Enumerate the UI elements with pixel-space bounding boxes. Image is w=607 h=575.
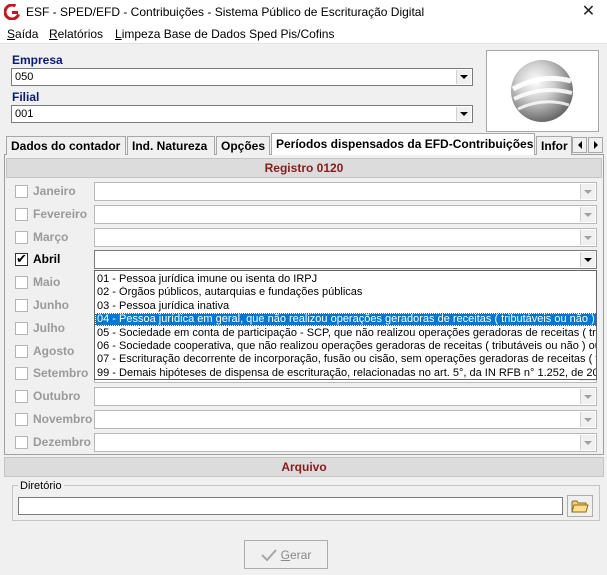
empresa-dropdown-button[interactable] <box>456 70 471 84</box>
checkbox-outubro[interactable] <box>15 390 28 403</box>
dropdown-option[interactable]: 03 - Pessoa jurídica inativa <box>95 300 596 313</box>
dispensa-options-list[interactable]: 01 - Pessoa jurídica imune ou isenta do … <box>94 270 597 380</box>
checkbox-novembro[interactable] <box>15 413 28 426</box>
dropdown-option[interactable]: 01 - Pessoa jurídica imune ou isenta do … <box>95 273 596 286</box>
dispensa-select-fevereiro[interactable] <box>94 205 597 224</box>
tab-informacoes[interactable]: Infor <box>536 136 572 155</box>
tab-scroll-left-button[interactable] <box>572 137 587 153</box>
browse-folder-button[interactable] <box>567 495 593 517</box>
month-label-setembro: Setembro <box>33 366 89 380</box>
window-title: ESF - SPED/EFD - Contribuições - Sistema… <box>26 5 425 19</box>
checkbox-fevereiro[interactable] <box>15 208 28 221</box>
diretorio-input[interactable] <box>18 497 563 515</box>
chevron-down-icon <box>460 75 468 79</box>
checkbox-julho[interactable] <box>15 322 28 335</box>
filial-label: Filial <box>12 90 40 104</box>
chevron-down-icon <box>584 189 592 194</box>
dropdown-option[interactable]: 99 - Demais hipóteses de dispensa de esc… <box>95 367 596 379</box>
checkbox-agosto[interactable] <box>15 345 28 358</box>
month-label-fevereiro: Fevereiro <box>33 207 88 221</box>
dispensa-select-dezembro[interactable] <box>94 433 597 452</box>
chevron-down-icon <box>584 235 592 240</box>
close-button[interactable]: ✕ <box>570 0 607 24</box>
checkbox-junho[interactable] <box>15 299 28 312</box>
month-label-junho: Junho <box>33 298 69 312</box>
dropdown-button-marco[interactable] <box>580 230 595 245</box>
close-icon: ✕ <box>581 3 596 20</box>
empresa-value: 050 <box>15 71 34 83</box>
month-label-janeiro: Janeiro <box>33 184 76 198</box>
month-label-dezembro: Dezembro <box>33 435 92 449</box>
tab-dados-contador[interactable]: Dados do contador <box>6 136 126 155</box>
dropdown-button-outubro[interactable] <box>580 389 595 404</box>
checkbox-marco[interactable] <box>15 231 28 244</box>
diretorio-label: Diretório <box>18 480 64 492</box>
dispensa-select-marco[interactable] <box>94 228 597 247</box>
chevron-down-icon <box>584 212 592 217</box>
filial-select[interactable]: 001 <box>11 105 473 123</box>
dispensa-select-outubro[interactable] <box>94 387 597 406</box>
arquivo-header: Arquivo <box>4 457 604 477</box>
folder-icon <box>571 500 589 513</box>
chevron-down-icon <box>584 394 592 399</box>
month-label-agosto: Agosto <box>33 344 75 358</box>
month-label-outubro: Outubro <box>33 389 81 403</box>
gerar-button[interactable]: Gerar <box>244 540 328 569</box>
tab-opcoes[interactable]: Opções <box>216 136 270 155</box>
month-label-abril: Abril <box>33 252 61 266</box>
menu-relatorios[interactable]: Relatórios <box>49 27 103 41</box>
registro-header: Registro 0120 <box>6 158 602 178</box>
filial-dropdown-button[interactable] <box>456 107 471 121</box>
dropdown-button-janeiro[interactable] <box>580 184 595 199</box>
checkmark-icon <box>260 548 277 561</box>
checkbox-dezembro[interactable] <box>15 436 28 449</box>
dropdown-option[interactable]: 05 - Sociedade em conta de participação … <box>95 327 596 340</box>
checkbox-setembro[interactable] <box>15 367 28 380</box>
dropdown-option[interactable]: 06 - Sociedade cooperativa, que não real… <box>95 340 596 353</box>
sphere-logo <box>486 50 599 132</box>
tab-ind-natureza[interactable]: Ind. Natureza <box>127 136 215 155</box>
dispensa-select-abril[interactable] <box>94 250 597 269</box>
checkbox-maio[interactable] <box>15 276 28 289</box>
dropdown-button-dezembro[interactable] <box>580 435 595 450</box>
chevron-right-icon <box>593 141 598 149</box>
esf-logo-icon <box>3 3 21 21</box>
checkmark-icon: ✔ <box>16 251 27 266</box>
dropdown-button-novembro[interactable] <box>580 412 595 427</box>
checkbox-abril[interactable]: ✔ <box>15 251 28 266</box>
empresa-label: Empresa <box>12 53 63 67</box>
dropdown-button-abril[interactable] <box>580 252 595 267</box>
chevron-down-icon <box>460 112 468 116</box>
month-label-novembro: Novembro <box>33 412 93 426</box>
tab-periodos-dispensados[interactable]: Períodos dispensados da EFD-Contribuiçõe… <box>271 133 535 155</box>
checkbox-janeiro[interactable] <box>15 185 28 198</box>
menu-saida[interactable]: Saída <box>7 27 38 41</box>
dropdown-option[interactable]: 07 - Escrituração decorrente de incorpor… <box>95 353 596 366</box>
chevron-down-icon <box>584 417 592 422</box>
menu-limpeza-base[interactable]: Limpeza Base de Dados Sped Pis/Cofins <box>115 27 334 41</box>
dispensa-select-janeiro[interactable] <box>94 182 597 201</box>
dispensa-select-novembro[interactable] <box>94 410 597 429</box>
month-label-marco: Março <box>33 230 69 244</box>
dropdown-button-fevereiro[interactable] <box>580 207 595 222</box>
dropdown-option[interactable]: 02 - Órgãos públicos, autarquias e funda… <box>95 286 596 299</box>
month-label-maio: Maio <box>33 275 61 289</box>
chevron-left-icon <box>577 141 582 149</box>
gerar-label: Gerar <box>280 547 312 562</box>
month-label-julho: Julho <box>33 321 65 335</box>
tab-scroll-right-button[interactable] <box>588 137 603 153</box>
empresa-select[interactable]: 050 <box>11 68 473 86</box>
chevron-down-icon <box>584 257 592 262</box>
chevron-down-icon <box>584 440 592 445</box>
dropdown-option[interactable]: 04 - Pessoa jurídica em geral, que não r… <box>95 313 596 327</box>
filial-value: 001 <box>15 108 34 120</box>
